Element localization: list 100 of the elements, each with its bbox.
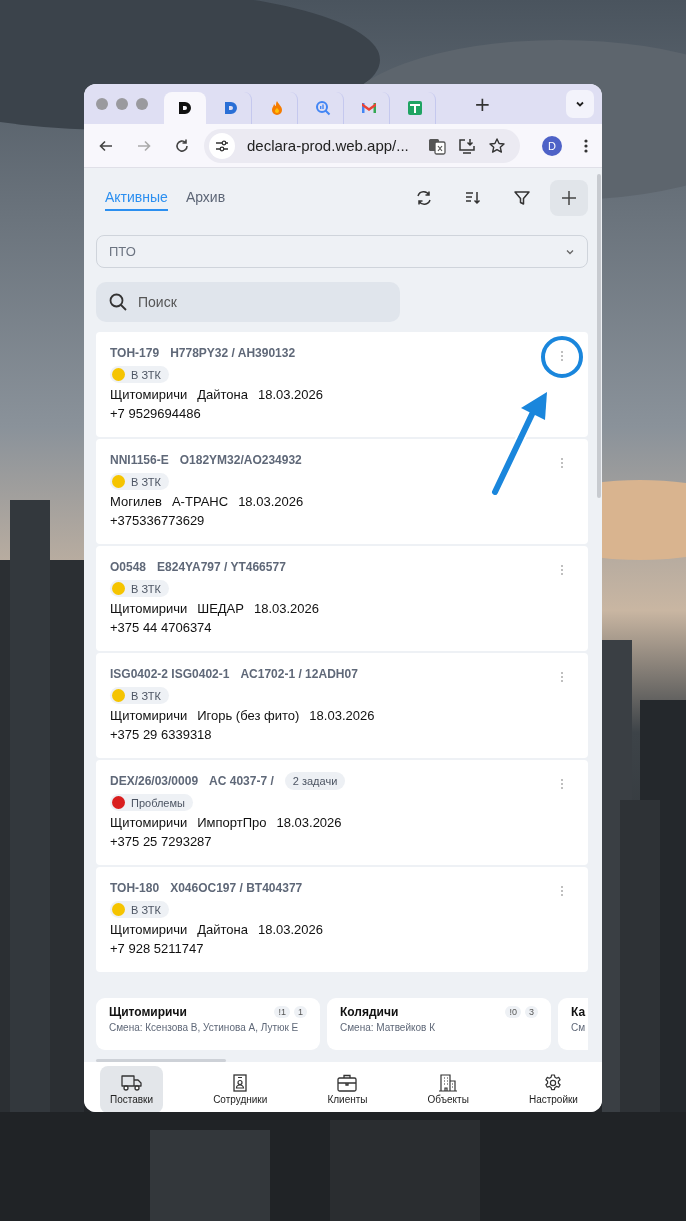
mail-icon (360, 100, 377, 116)
refresh-icon[interactable] (415, 189, 433, 207)
status-label: В ЗТК (131, 475, 161, 488)
status-label: В ЗТК (131, 368, 161, 381)
phone-text: +7 928 5211747 (110, 941, 204, 956)
menu-icon[interactable] (584, 137, 588, 154)
phone-text: +7 9529694486 (110, 406, 201, 421)
briefcase-icon (336, 1074, 359, 1092)
window-control[interactable] (136, 98, 148, 110)
window-control[interactable] (116, 98, 128, 110)
company-text: ШЕДАР (197, 601, 244, 616)
shift-card[interactable]: Ка См (558, 998, 588, 1050)
browser-tab[interactable] (164, 92, 206, 124)
nav-item[interactable]: Сотрудники (203, 1066, 278, 1112)
date-text: 18.03.2026 (309, 708, 375, 723)
company-text: А-ТРАНС (171, 494, 229, 509)
city-text: Щитомиричи (110, 708, 188, 723)
shift-card[interactable]: Щитомиричи !1 1 Смена: Ксензова В, Устинова А, Лутюк Е (96, 998, 320, 1050)
add-button[interactable] (550, 180, 588, 216)
count-badge: 1 (294, 1006, 307, 1018)
address-bar[interactable]: declara-prod.web.app/... (204, 128, 520, 163)
scrollbar[interactable] (96, 1059, 226, 1062)
sheet-icon (406, 100, 423, 116)
more-icon[interactable] (560, 885, 564, 897)
company-text: ИмпортПро (197, 815, 267, 830)
shift-card[interactable]: Колядичи !0 3 Смена: Матвейков К (327, 998, 551, 1050)
shipment-card[interactable]: ISG0402-2 ISG0402-1 AC1702-1 / 12ADH07 В ЗТК Щитомиричи Игорь (без фито) 18.03.2026 +375 29 6339318 (96, 653, 588, 758)
shipment-code: TOH-179 (110, 346, 160, 360)
phone-text: +375 29 6339318 (110, 727, 212, 742)
city-text: Щитомиричи (110, 922, 188, 937)
logo-icon (177, 100, 193, 116)
more-icon[interactable] (560, 778, 564, 790)
city-text: Могилев (110, 494, 162, 509)
scrollbar[interactable] (597, 174, 601, 498)
search-field[interactable]: Поиск (96, 282, 400, 322)
alert-count: !1 (274, 1006, 290, 1018)
company-text: Дайтона (197, 387, 248, 402)
city-text: Щитомиричи (110, 601, 188, 616)
plate-numbers: E824YA797 / YT466577 (157, 560, 286, 574)
plate-numbers: AC1702-1 / 12ADH07 (240, 667, 358, 681)
nav-item[interactable]: Настройки (518, 1066, 588, 1112)
shipment-code: ISG0402-2 ISG0402-1 (110, 667, 230, 681)
phone-text: +375 25 7293287 (110, 834, 212, 849)
shipment-card[interactable]: TOH-179 H778PY32 / AH390132 В ЗТК Щитомиричи Дайтона 18.03.2026 +7 9529694486 (96, 332, 588, 437)
shift-name: Щитомиричи (109, 1005, 187, 1019)
tab-list-button[interactable] (566, 90, 594, 118)
plate-numbers: AC 4037-7 / (209, 774, 274, 788)
site-settings-button[interactable] (209, 132, 235, 159)
shift-staff: Смена: Ксензова В, Устинова А, Лутюк Е (109, 1022, 300, 1034)
city-text: Щитомиричи (110, 815, 188, 830)
nav-item[interactable]: Объекты (417, 1066, 479, 1112)
filter-icon[interactable] (513, 189, 531, 207)
company-text: Игорь (без фито) (197, 708, 300, 723)
plate-numbers: X046OC197 / BT404377 (170, 881, 303, 895)
search-icon (108, 292, 128, 312)
nav-item[interactable]: Поставки (100, 1066, 164, 1112)
status-label: В ЗТК (131, 689, 161, 702)
reload-icon[interactable] (174, 137, 190, 154)
tune-icon (215, 138, 229, 153)
phone-text: +375336773629 (110, 513, 205, 528)
shift-staff: Смена: Матвейков К (340, 1022, 436, 1034)
more-icon[interactable] (560, 457, 564, 469)
shipment-card[interactable]: TOH-180 X046OC197 / BT404377 В ЗТК Щитомиричи Дайтона 18.03.2026 +7 928 5211747 (96, 867, 588, 972)
translate-icon[interactable] (428, 136, 446, 155)
shipment-code: TOH-180 (110, 881, 160, 895)
annotation-circle (541, 336, 583, 378)
shipment-card[interactable]: O0548 E824YA797 / YT466577 В ЗТК Щитомиричи ШЕДАР 18.03.2026 +375 44 4706374 (96, 546, 588, 651)
star-icon[interactable] (488, 136, 506, 155)
status-label: Проблемы (131, 796, 185, 809)
url-text: declara-prod.web.app/... (247, 137, 410, 154)
tasks-badge: 2 задачи (284, 772, 346, 790)
more-icon[interactable] (560, 564, 564, 576)
shipment-code: DEX/26/03/0009 (110, 774, 199, 788)
shipment-code: O0548 (110, 560, 147, 574)
plate-numbers: H778PY32 / AH390132 (170, 346, 296, 360)
date-text: 18.03.2026 (276, 815, 342, 830)
shipment-card[interactable]: DEX/26/03/0009 AC 4037-7 / 2 задачи Проблемы Щитомиричи ИмпортПро 18.03.2026 +375 25 7293287 (96, 760, 588, 865)
window-control[interactable] (96, 98, 108, 110)
phone-text: +375 44 4706374 (110, 620, 212, 635)
count-badge: 3 (525, 1006, 538, 1018)
plate-numbers: O182YM32/AO234932 (179, 453, 302, 467)
shift-staff: См (571, 1022, 587, 1034)
date-text: 18.03.2026 (257, 387, 324, 402)
city-text: Щитомиричи (110, 387, 188, 402)
truck-icon (120, 1074, 143, 1092)
more-icon[interactable] (560, 671, 564, 683)
building-icon (437, 1074, 460, 1092)
install-icon[interactable] (458, 136, 476, 155)
shipment-card[interactable]: NNI1156-E O182YM32/AO234932 В ЗТК Могилев А-ТРАНС 18.03.2026 +375336773629 (96, 439, 588, 544)
select-field[interactable]: ПТО (96, 235, 588, 268)
profile-avatar[interactable]: D (542, 135, 562, 156)
status-label: В ЗТК (131, 582, 161, 595)
new-tab-button[interactable]: + (468, 90, 496, 118)
view-tab[interactable]: Архив (185, 185, 226, 211)
logo-icon (222, 100, 239, 116)
nav-item[interactable]: Клиенты (317, 1066, 378, 1112)
shift-name: Колядичи (340, 1005, 399, 1019)
more-icon[interactable] (560, 350, 564, 362)
date-text: 18.03.2026 (238, 494, 304, 509)
sort-icon[interactable] (464, 189, 482, 207)
